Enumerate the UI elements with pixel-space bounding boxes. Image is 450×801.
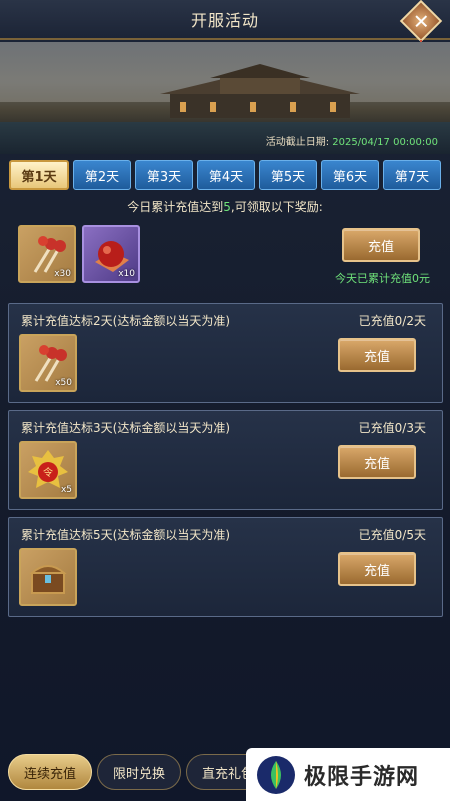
charge-button-5days[interactable]: 充值 bbox=[338, 552, 416, 586]
card-title: 累计充值达标3天(达标金额以当天为准) bbox=[21, 421, 230, 435]
milestone-card-3days: 累计充值达标3天(达标金额以当天为准) 已充值0/3天 令 x5 充值 bbox=[8, 410, 443, 510]
page-title: 开服活动 bbox=[190, 11, 259, 30]
item-quantity: x30 bbox=[54, 269, 71, 279]
card-progress: 已充值0/3天 bbox=[358, 421, 426, 435]
item-quantity: x5 bbox=[60, 485, 72, 495]
milestone-card-5days: 累计充值达标5天(达标金额以当天为准) 已充值0/5天 充值 bbox=[8, 517, 443, 617]
reward-item-firecracker[interactable]: x30 bbox=[18, 225, 76, 283]
close-button[interactable]: ✕ bbox=[399, 0, 443, 43]
today-charge-status: 今天已累计充值0元 bbox=[335, 272, 430, 285]
palace-illustration bbox=[160, 64, 360, 118]
tab-day-4[interactable]: 第4天 bbox=[197, 160, 255, 190]
card-title: 累计充值达标5天(达标金额以当天为准) bbox=[21, 528, 230, 542]
tab-day-6[interactable]: 第6天 bbox=[321, 160, 379, 190]
tab-day-2[interactable]: 第2天 bbox=[73, 160, 131, 190]
today-reward-hint: 今日累计充值达到5,可领取以下奖励: bbox=[127, 200, 323, 214]
header-bar: 开服活动 ✕ bbox=[0, 0, 450, 58]
tab-day-5[interactable]: 第5天 bbox=[259, 160, 317, 190]
reward-item-firecracker[interactable]: x50 bbox=[19, 334, 77, 392]
charge-button-2days[interactable]: 充值 bbox=[338, 338, 416, 372]
charge-button-3days[interactable]: 充值 bbox=[338, 445, 416, 479]
charge-button-today[interactable]: 充值 bbox=[342, 228, 420, 262]
reward-item-orb[interactable]: x10 bbox=[82, 225, 140, 283]
event-banner: 活动截止日期: 2025/04/17 00:00:00 bbox=[0, 42, 450, 154]
card-title: 累计充值达标2天(达标金额以当天为准) bbox=[21, 314, 230, 328]
deadline-label: 活动截止日期: bbox=[265, 137, 330, 148]
item-quantity: x50 bbox=[55, 378, 72, 388]
reward-item-treasure-chest[interactable] bbox=[19, 548, 77, 606]
treasure-chest-icon bbox=[29, 565, 67, 594]
tab-limited-exchange[interactable]: 限时兑换 bbox=[97, 754, 181, 790]
site-watermark: 极限手游网 bbox=[246, 748, 450, 801]
tab-day-3[interactable]: 第3天 bbox=[135, 160, 193, 190]
tab-day-7[interactable]: 第7天 bbox=[383, 160, 441, 190]
item-quantity: x10 bbox=[118, 269, 135, 279]
watermark-logo-icon bbox=[257, 755, 295, 794]
deadline-date: 2025/04/17 00:00:00 bbox=[332, 137, 438, 148]
tab-day-1[interactable]: 第1天 bbox=[9, 160, 69, 190]
reward-item-golden-token[interactable]: 令 x5 bbox=[19, 441, 77, 499]
card-progress: 已充值0/2天 bbox=[358, 314, 426, 328]
deadline-text: 活动截止日期: 2025/04/17 00:00:00 bbox=[266, 133, 438, 148]
watermark-text: 极限手游网 bbox=[304, 764, 420, 790]
day-tabs: 第1天 第2天 第3天 第4天 第5天 第6天 第7天 bbox=[9, 160, 441, 190]
card-progress: 已充值0/5天 bbox=[358, 528, 426, 542]
milestone-card-2days: 累计充值达标2天(达标金额以当天为准) 已充值0/2天 x50 充值 bbox=[8, 303, 443, 403]
close-icon: ✕ bbox=[412, 8, 430, 33]
svg-text:令: 令 bbox=[43, 466, 53, 479]
tab-continuous-recharge[interactable]: 连续充值 bbox=[8, 754, 92, 790]
